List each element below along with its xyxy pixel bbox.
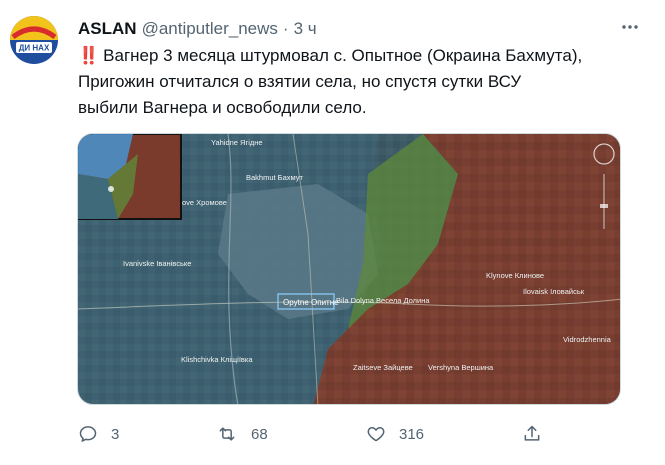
map-label-yahidne: Yahidne Ягідне [211,138,263,147]
tweet-text: ‼️ Вагнер 3 месяца штурмовал с. Опытное (… [78,43,638,121]
retweet-icon [219,427,235,441]
reply-icon [79,426,97,442]
map-label-vidrodzhennia: Vidrodzhennia [563,335,612,344]
retweet-count: 68 [251,425,268,443]
map-label-klishchivka: Klishchivka Кліщіївка [181,355,253,364]
reply-button[interactable]: 3 [78,424,119,444]
map-image[interactable]: Yahidne Ягідне ove Хромове Bakhmut Бахму… [77,133,621,405]
separator-dot: · [282,19,289,38]
map-label-zaitseve: Zaitseve Зайцеве [353,363,413,372]
tweet-time[interactable]: 3 ч [294,15,317,43]
avatar[interactable]: ДИ НАХ [9,15,59,65]
double-exclamation-emoji: ‼️ [78,46,99,65]
map-label-bila-dolyna: Bila Dolyna Весела Долина [336,296,430,305]
like-count: 316 [399,425,425,443]
retweet-button[interactable]: 68 [216,424,268,444]
tweet-actions: 3 68 316 [78,418,548,450]
tweet[interactable]: ДИ НАХ ASLAN @antiputler_news · 3 ч ‼️ Ва… [0,0,665,465]
map-label-khromove: ove Хромове [182,198,227,207]
more-options-button[interactable] [617,14,643,40]
tweet-text-line-1: Вагнер 3 месяца штурмовал с. Опытное (Ок… [103,46,583,65]
share-button[interactable] [522,424,542,444]
reply-count: 3 [111,425,120,443]
map-label-ivanivske: Ivanivske Іванівське [123,259,191,268]
tweet-text-line-2: Пригожин отчитался о взятии села, но спу… [78,72,522,91]
tweet-header: ASLAN @antiputler_news · 3 ч [78,15,625,43]
map-label-vershyna: Vershyna Вершина [428,363,494,372]
map-label-klynove: Klynove Клинове [486,271,544,280]
map-label-bakhmut: Bakhmut Бахмут [246,173,304,182]
more-icon [622,25,638,29]
author-name[interactable]: ASLAN [78,15,137,43]
author-handle[interactable]: @antiputler_news [142,15,278,43]
map-label-ilovaisk: Ilovaisk Іловайськ [523,287,585,296]
heart-icon [367,427,385,442]
share-icon [524,425,540,441]
map-label-opytne: Opytne Опитне [283,298,339,307]
avatar-caption: ДИ НАХ [19,44,50,53]
like-button[interactable]: 316 [366,424,424,444]
tweet-text-line-3: выбили Вагнера и освободили село. [78,98,367,117]
